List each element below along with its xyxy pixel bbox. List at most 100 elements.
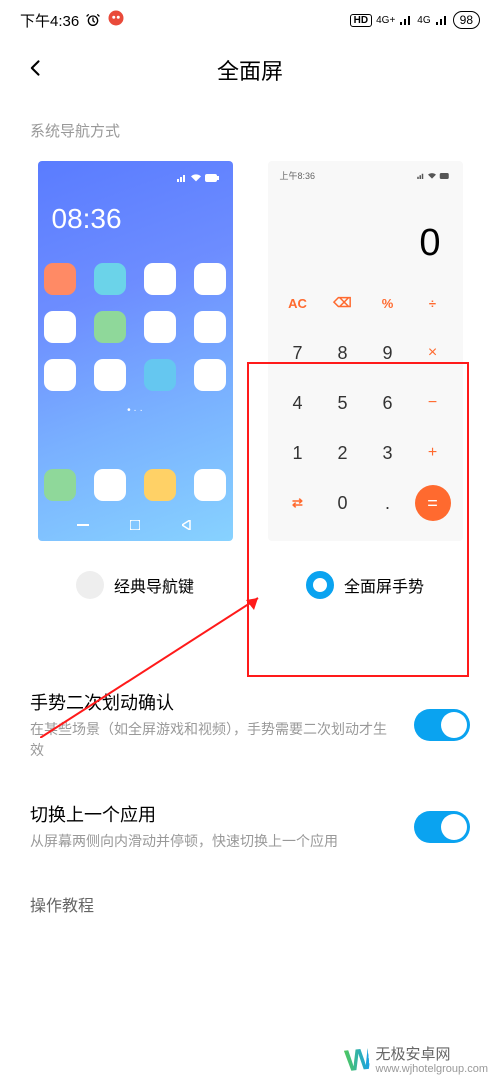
preview-app-icon: [144, 263, 176, 295]
preview-app-icon: [94, 359, 126, 391]
calc-row: ⇄0.=: [280, 485, 451, 521]
alarm-icon: [85, 12, 101, 28]
sim1-label: 4G+: [376, 15, 395, 26]
status-bar-right: HD 4G+ 4G 98: [350, 11, 480, 29]
preview-app-icon: [44, 311, 76, 343]
calc-row: 123+: [280, 435, 451, 471]
setting-switch-last-app[interactable]: 切换上一个应用 从屏幕两侧向内滑动并停顿，快速切换上一个应用: [30, 801, 470, 852]
preview-app-icon: [194, 359, 226, 391]
calc-key: 7: [280, 335, 316, 371]
calc-key: =: [415, 485, 451, 521]
option-classic-radio-row[interactable]: 经典导航键: [76, 571, 194, 599]
watermark-url: www.wjhotelgroup.com: [376, 1063, 489, 1076]
calc-display: 0: [280, 182, 451, 285]
preview-signal-icon: [177, 174, 187, 182]
option-gesture-nav[interactable]: 上午8:36 0 AC⌫%÷789×456−123+⇄0.= 全面屏手势: [260, 161, 470, 599]
hd-icon: HD: [350, 14, 372, 27]
preview-app-icon: [94, 311, 126, 343]
back-button[interactable]: [20, 52, 52, 84]
watermark-name: 无极安卓网: [376, 1046, 489, 1063]
preview-dock-icon: [94, 469, 126, 501]
setting-desc: 在某些场景（如全屏游戏和视频），手势需要二次划动才生效: [30, 719, 394, 761]
preview-app-grid: [52, 263, 219, 391]
watermark: W 无极安卓网 www.wjhotelgroup.com: [345, 1046, 488, 1076]
option-classic-nav[interactable]: 08:36 • · · 经典导航键: [30, 161, 240, 599]
preview-app-icon: [144, 311, 176, 343]
calc-row: AC⌫%÷: [280, 285, 451, 321]
signal-icon-2: [435, 14, 449, 26]
calc-key: AC: [280, 285, 316, 321]
calc-key: 3: [370, 435, 406, 471]
status-bar: 下午4:36 HD 4G+ 4G 98: [0, 0, 500, 40]
app-badge-icon: [107, 9, 125, 31]
chevron-left-icon: [26, 58, 46, 78]
preview-calc-time: 上午8:36: [280, 169, 316, 182]
preview-dock-icon: [144, 469, 176, 501]
nav-mode-label: 系统导航方式: [0, 100, 500, 151]
preview-wifi-icon: [191, 174, 201, 182]
calc-key: 4: [280, 385, 316, 421]
setting-title: 手势二次划动确认: [30, 689, 394, 715]
preview-calc-statusbar: 上午8:36: [280, 169, 451, 182]
preview-app-icon: [94, 263, 126, 295]
calc-row: 789×: [280, 335, 451, 371]
toggle-switch[interactable]: [414, 811, 470, 843]
nav-back-icon: [181, 519, 193, 531]
nav-recent-icon: [77, 519, 89, 531]
calc-key: −: [415, 385, 451, 421]
preview-calc-status-icons: [417, 171, 450, 181]
nav-home-icon: [129, 519, 141, 531]
calc-key: 5: [325, 385, 361, 421]
setting-gesture-double-confirm[interactable]: 手势二次划动确认 在某些场景（如全屏游戏和视频），手势需要二次划动才生效: [30, 689, 470, 761]
preview-dock-icon: [44, 469, 76, 501]
page-title: 全面屏: [217, 54, 283, 86]
settings-list: 手势二次划动确认 在某些场景（如全屏游戏和视频），手势需要二次划动才生效 切换上…: [0, 659, 500, 852]
preview-app-icon: [44, 263, 76, 295]
calc-key: .: [370, 485, 406, 521]
status-bar-left: 下午4:36: [20, 9, 125, 31]
page-header: 全面屏: [0, 40, 500, 100]
radio-checked-icon: [306, 571, 334, 599]
preview-app-icon: [194, 263, 226, 295]
signal-icon-1: [399, 14, 413, 26]
option-gesture-radio-row[interactable]: 全面屏手势: [306, 571, 424, 599]
preview-home-screen: 08:36 • · ·: [38, 161, 233, 541]
preview-battery-icon: [205, 174, 219, 182]
battery-indicator: 98: [453, 11, 480, 29]
calc-key: ×: [415, 335, 451, 371]
status-time: 下午4:36: [20, 10, 79, 31]
preview-app-icon: [44, 359, 76, 391]
calc-key: ⌫: [325, 285, 361, 321]
preview-page-dots: • · ·: [52, 405, 219, 416]
preview-clock: 08:36: [52, 203, 219, 235]
calc-key: 6: [370, 385, 406, 421]
calc-key: 9: [370, 335, 406, 371]
nav-mode-previews: 08:36 • · · 经典导航键 上午8:36: [0, 151, 500, 599]
calc-key: +: [415, 435, 451, 471]
option-gesture-label: 全面屏手势: [344, 573, 424, 597]
calc-keypad: AC⌫%÷ 789× 456− 123+ ⇄0.=: [280, 285, 451, 535]
tutorial-section-label: 操作教程: [0, 892, 500, 916]
option-classic-label: 经典导航键: [114, 573, 194, 597]
calc-key: 2: [325, 435, 361, 471]
preview-app-icon: [144, 359, 176, 391]
calc-key: 1: [280, 435, 316, 471]
preview-dock-icon: [194, 469, 226, 501]
preview-dock: [38, 469, 233, 501]
setting-text: 手势二次划动确认 在某些场景（如全屏游戏和视频），手势需要二次划动才生效: [30, 689, 394, 761]
preview-app-icon: [194, 311, 226, 343]
calc-key: ÷: [415, 285, 451, 321]
calc-key: ⇄: [280, 485, 316, 521]
preview-home-status: [52, 171, 219, 185]
sim2-label: 4G: [417, 15, 430, 26]
preview-calculator: 上午8:36 0 AC⌫%÷789×456−123+⇄0.=: [268, 161, 463, 541]
setting-title: 切换上一个应用: [30, 801, 338, 827]
calc-key: %: [370, 285, 406, 321]
calc-row: 456−: [280, 385, 451, 421]
toggle-switch[interactable]: [414, 709, 470, 741]
calc-key: 8: [325, 335, 361, 371]
calc-key: 0: [325, 485, 361, 521]
radio-unchecked-icon: [76, 571, 104, 599]
battery-level: 98: [460, 13, 473, 27]
setting-text: 切换上一个应用 从屏幕两侧向内滑动并停顿，快速切换上一个应用: [30, 801, 338, 852]
